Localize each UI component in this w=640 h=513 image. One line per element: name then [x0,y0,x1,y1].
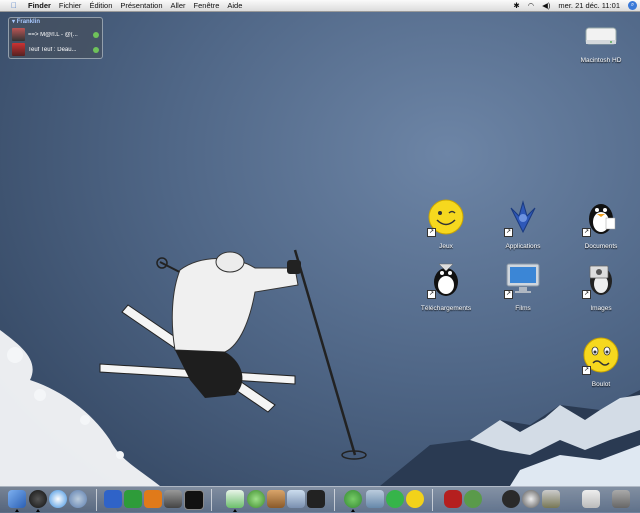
apple-menu-icon[interactable]:  [9,0,19,11]
airport-icon[interactable]: ◠ [524,0,539,11]
menu-edition[interactable]: Édition [85,0,116,11]
menu-aller[interactable]: Aller [167,0,190,11]
desktop-icon-label: Macintosh HD [580,57,622,64]
alias-arrow-icon: ↗ [582,366,591,375]
iphoto-icon[interactable] [267,490,285,508]
desktop-icon-label: Documents [584,243,618,250]
alias-arrow-icon: ↗ [582,228,591,237]
desktop-icon-label: Images [590,305,612,312]
adium-icon[interactable] [344,490,362,508]
dock-separator [96,489,97,511]
spotlight-icon[interactable]: ⌕ [628,1,637,10]
alias-arrow-icon: ↗ [427,290,436,299]
bluetooth-icon[interactable]: ✱ [509,0,523,11]
buddy-avatar [12,28,25,41]
desktop-icon-boulot[interactable]: ↗ Boulot [566,336,636,388]
sheep-icon[interactable] [522,490,540,508]
menubar-clock[interactable]: mer. 21 déc. 11:01 [554,0,624,11]
desktop-icon-macintosh-hd[interactable]: Macintosh HD [566,20,636,64]
menu-fichier[interactable]: Fichier [55,0,86,11]
trash-icon[interactable] [612,490,630,508]
desktop-icon-documents[interactable]: ↗ Documents [566,198,636,250]
desktop-icon-label: Films [515,305,531,312]
online-status-icon [93,31,99,38]
buddy-list: ▾ Franklin ==> M@rl.L - @(... Teuf Teuf … [8,17,103,59]
menu-finder[interactable]: Finder [24,0,55,11]
finder-icon[interactable] [8,490,26,508]
buddy-group-header[interactable]: ▾ Franklin [9,18,102,27]
car-icon[interactable] [444,490,462,508]
dock-separator [211,489,212,511]
menu-presentation[interactable]: Présentation [116,0,166,11]
dashboard-icon[interactable] [29,490,47,508]
dock [0,486,640,513]
desktop-icon-label: Applications [505,243,541,250]
terminal-icon[interactable] [184,490,204,510]
menu-extras: ✱ ◠ ◀) mer. 21 déc. 11:01 ⌕ [509,0,640,11]
buddy-name: ==> M@rl.L - @(... [28,31,78,38]
menu-bar:  Finder Fichier Édition Présentation Al… [0,0,640,12]
buddy-name: Teuf Teuf : Deau... [28,46,77,53]
apple-icon[interactable] [582,490,600,508]
imovie-icon[interactable] [287,490,305,508]
desktop-icon-jeux[interactable]: ↗ Jeux [411,198,481,250]
buddy-row[interactable]: ==> M@rl.L - @(... [9,27,102,42]
dvd-player-icon[interactable] [307,490,325,508]
dock-separator [432,489,433,511]
itunes-icon[interactable] [226,490,244,508]
alias-arrow-icon: ↗ [504,290,513,299]
alias-arrow-icon: ↗ [582,290,591,299]
buddy-row[interactable]: Teuf Teuf : Deau... [9,42,102,57]
desktop-wallpaper [0,249,640,486]
buddy-avatar [12,43,25,56]
volume-icon[interactable]: ◀) [538,0,554,11]
word-icon[interactable] [104,490,122,508]
skype-icon[interactable] [386,490,404,508]
preview-icon[interactable] [366,490,384,508]
desktop-icon-applications[interactable]: ↗ Applications [488,198,558,250]
powerpoint-icon[interactable] [144,490,162,508]
buddy-group-name: Franklin [16,19,41,25]
desktop-icon-label: Téléchargements [420,305,472,312]
tools-icon[interactable] [542,490,560,508]
dog-icon[interactable] [502,490,520,508]
excel-icon[interactable] [124,490,142,508]
hard-drive-icon [585,27,617,45]
desktop-icon-label: Boulot [591,381,611,388]
game-icon[interactable] [464,490,482,508]
xcode-icon[interactable] [247,490,265,508]
desktop-icon-films[interactable]: ↗ Films [488,260,558,312]
menu-fenetre[interactable]: Fenêtre [190,0,224,11]
alias-arrow-icon: ↗ [427,228,436,237]
online-status-icon [93,46,99,53]
dock-separator [334,489,335,511]
desktop-icon-label: Jeux [439,243,453,250]
system-prefs-icon[interactable] [164,490,182,508]
safari-icon[interactable] [49,490,67,508]
desktop-icon-telechargements[interactable]: ↗ Téléchargements [411,260,481,312]
alias-arrow-icon: ↗ [504,228,513,237]
duck-icon[interactable] [406,490,424,508]
mail-icon[interactable] [69,490,87,508]
desktop-icon-images[interactable]: ↗ Images [566,260,636,312]
menu-aide[interactable]: Aide [223,0,246,11]
